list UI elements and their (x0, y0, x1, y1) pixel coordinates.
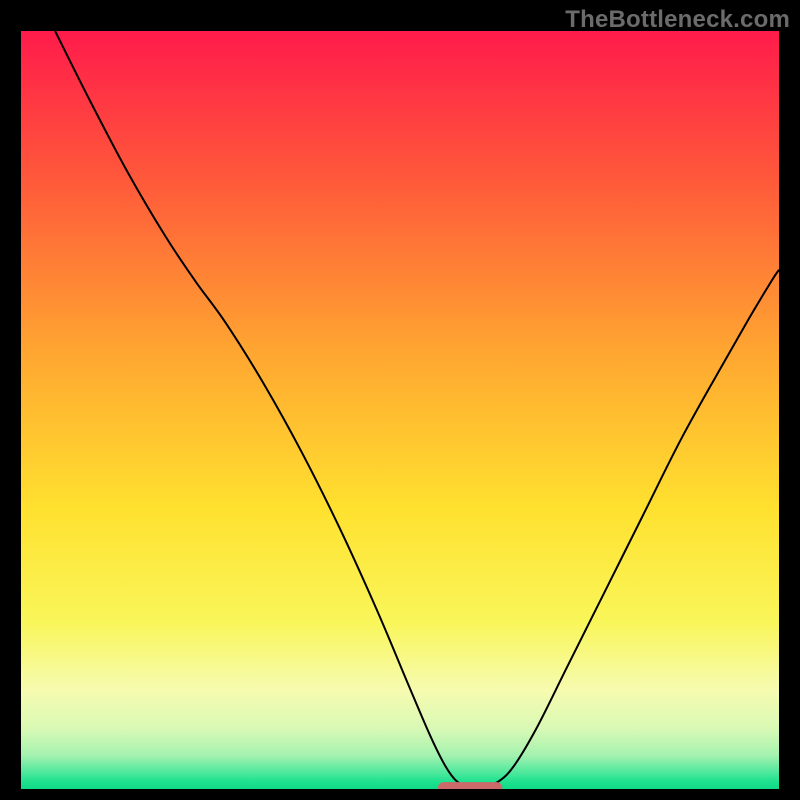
sweet-spot-marker (438, 782, 502, 789)
chart-plot (21, 31, 779, 789)
chart-background (21, 31, 779, 789)
chart-svg (21, 31, 779, 789)
chart-frame: TheBottleneck.com (0, 0, 800, 800)
watermark-text: TheBottleneck.com (565, 6, 790, 34)
